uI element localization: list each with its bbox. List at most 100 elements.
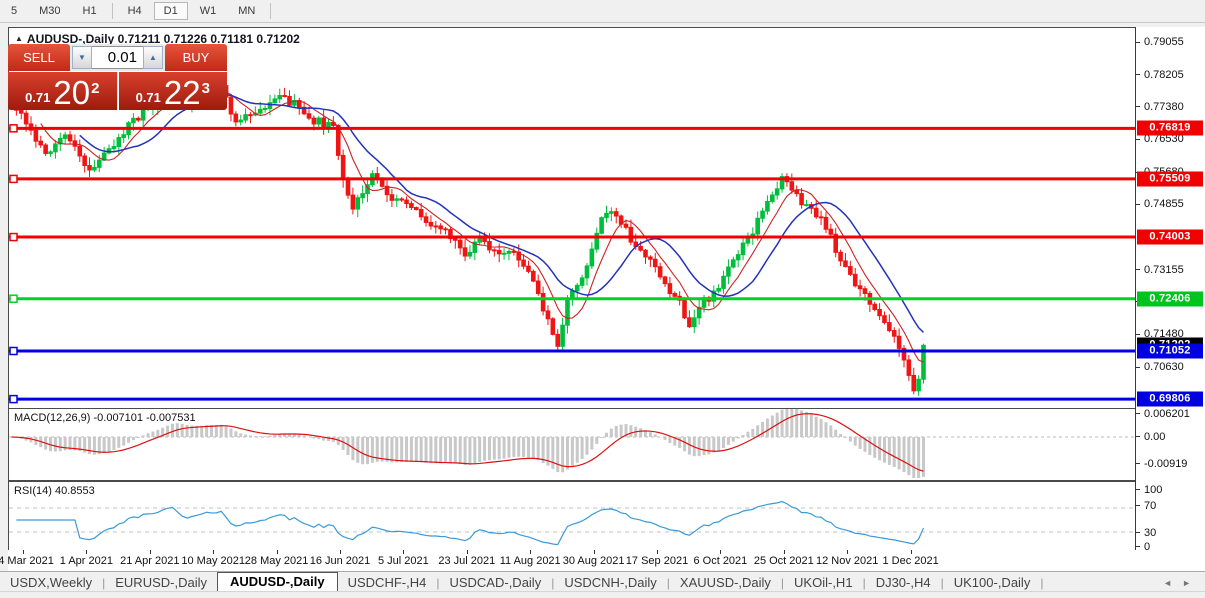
chart-tab-usdx-weekly[interactable]: USDX,Weekly bbox=[0, 574, 102, 592]
candle bbox=[735, 254, 741, 261]
candle bbox=[887, 322, 892, 332]
candle bbox=[799, 193, 804, 206]
candle bbox=[730, 259, 736, 268]
price-line-badge: 0.74003 bbox=[1137, 229, 1203, 245]
candle bbox=[311, 117, 317, 125]
candle bbox=[43, 144, 48, 154]
macd-axis-tick bbox=[1136, 463, 1140, 464]
chart-tab-uk100-daily[interactable]: UK100-,Daily bbox=[944, 574, 1041, 592]
timeframe-button-h4[interactable]: H4 bbox=[118, 2, 152, 20]
line-handle[interactable] bbox=[9, 394, 18, 404]
timeframe-button-h1[interactable]: H1 bbox=[73, 2, 107, 20]
date-axis-label: 11 Aug 2021 bbox=[499, 555, 561, 567]
macd-pane[interactable]: MACD(12,26,9) -0.007101 -0.007531 bbox=[8, 408, 1138, 481]
date-axis-tick bbox=[340, 550, 341, 554]
price-line-badge: 0.71052 bbox=[1137, 343, 1203, 359]
date-axis-label: 10 May 2021 bbox=[181, 555, 245, 567]
candle bbox=[872, 303, 878, 310]
candle bbox=[770, 194, 775, 202]
sell-price-display[interactable]: 0.71 20 2 bbox=[8, 72, 118, 110]
date-axis[interactable]: 14 Mar 2021 1 Apr 2021 21 Apr 202110 May 2… bbox=[0, 550, 1205, 571]
chart-tab-eurusd-daily[interactable]: EURUSD-,Daily bbox=[105, 574, 217, 592]
line-handle[interactable] bbox=[9, 124, 18, 133]
rsi-pane[interactable]: RSI(14) 40.8553 bbox=[8, 481, 1138, 552]
tab-scroll-left-icon[interactable]: ◄ bbox=[1163, 578, 1172, 588]
candle bbox=[453, 238, 458, 241]
candle bbox=[33, 129, 39, 142]
line-handle[interactable] bbox=[9, 174, 18, 184]
candle bbox=[550, 318, 556, 335]
tab-scroll-right-icon[interactable]: ► bbox=[1182, 578, 1191, 588]
candle bbox=[423, 216, 429, 223]
candle bbox=[721, 275, 726, 289]
date-axis-label: 1 Apr 2021 bbox=[59, 555, 113, 567]
chart-tab-ukoil-h1[interactable]: UKOil-,H1 bbox=[784, 574, 863, 592]
candle bbox=[579, 277, 585, 286]
chart-tab-usdcad-daily[interactable]: USDCAD-,Daily bbox=[439, 574, 551, 592]
buy-button[interactable]: BUY bbox=[165, 44, 227, 71]
candle bbox=[277, 94, 283, 100]
price-axis[interactable]: 0.790550.782050.773800.765300.756800.748… bbox=[1135, 27, 1205, 553]
macd-axis-label: -0.00919 bbox=[1144, 458, 1188, 470]
candle bbox=[433, 225, 439, 228]
line-handle[interactable] bbox=[9, 232, 18, 242]
candle bbox=[355, 197, 361, 210]
candle bbox=[609, 211, 614, 214]
candle bbox=[623, 223, 629, 228]
date-axis-label: 25 Oct 2021 bbox=[753, 555, 814, 567]
slow-ma bbox=[79, 93, 925, 333]
candle bbox=[438, 225, 443, 230]
chart-tab-dj30-h4[interactable]: DJ30-,H4 bbox=[866, 574, 941, 592]
sell-price-big: 20 bbox=[53, 74, 91, 111]
date-axis-tick bbox=[910, 550, 912, 554]
chart-tab-audusd-daily[interactable]: AUDUSD-,Daily bbox=[216, 572, 338, 592]
chart-tab-usdcnh-daily[interactable]: USDCNH-,Daily bbox=[554, 574, 666, 592]
tab-scroll-buttons: ◄ ► bbox=[1163, 578, 1191, 592]
price-axis-tick bbox=[1136, 203, 1140, 205]
chart-tab-usdchf-h4[interactable]: USDCHF-,H4 bbox=[338, 574, 437, 592]
sell-button[interactable]: SELL bbox=[8, 44, 70, 71]
lot-increase-button[interactable]: ▲ bbox=[143, 46, 163, 69]
timeframe-button-m30[interactable]: M30 bbox=[29, 2, 70, 20]
date-axis-label: 21 Apr 2021 bbox=[120, 555, 180, 567]
timeframe-button-d1[interactable]: D1 bbox=[153, 2, 188, 20]
timeframe-button-5[interactable]: 5 bbox=[1, 2, 27, 20]
candle bbox=[545, 310, 551, 320]
candle bbox=[467, 251, 473, 257]
timeframe-button-w1[interactable]: W1 bbox=[190, 2, 227, 20]
candle bbox=[848, 266, 853, 275]
lot-size-input[interactable] bbox=[92, 46, 143, 69]
candle bbox=[136, 117, 141, 121]
chart-tab-xauusd-daily[interactable]: XAUUSD-,Daily bbox=[670, 574, 781, 592]
collapse-icon[interactable]: ▲ bbox=[15, 34, 23, 43]
candle bbox=[48, 151, 53, 154]
candle bbox=[389, 194, 395, 201]
date-axis-tick bbox=[403, 550, 405, 554]
candle bbox=[267, 102, 273, 109]
date-axis-label: 1 Dec 2021 bbox=[882, 555, 939, 567]
rsi-axis-tick bbox=[1136, 489, 1140, 490]
candle bbox=[584, 265, 590, 279]
candle bbox=[599, 217, 604, 234]
candle bbox=[506, 250, 512, 254]
candle bbox=[726, 266, 731, 277]
timeframe-button-mn[interactable]: MN bbox=[228, 2, 265, 20]
candle bbox=[687, 317, 692, 328]
candle bbox=[818, 216, 824, 219]
line-handle[interactable] bbox=[9, 346, 18, 356]
price-axis-label: 0.73155 bbox=[1144, 263, 1184, 276]
candle bbox=[804, 204, 809, 207]
candle bbox=[540, 293, 546, 312]
candle bbox=[501, 252, 507, 255]
chart-tab-bar: USDX,Weekly | EURUSD-,Daily AUDUSD-,Daily US… bbox=[0, 571, 1205, 592]
lot-size-stepper: ▼ ▲ bbox=[70, 44, 165, 71]
candle bbox=[228, 96, 234, 115]
lot-decrease-button[interactable]: ▼ bbox=[72, 46, 92, 69]
line-handle[interactable] bbox=[9, 294, 18, 303]
candle bbox=[360, 193, 365, 199]
candle bbox=[560, 324, 565, 347]
buy-price-display[interactable]: 0.71 22 3 bbox=[118, 72, 227, 110]
candle bbox=[72, 140, 78, 147]
candle bbox=[111, 146, 117, 150]
rsi-axis-label: 70 bbox=[1144, 500, 1157, 512]
